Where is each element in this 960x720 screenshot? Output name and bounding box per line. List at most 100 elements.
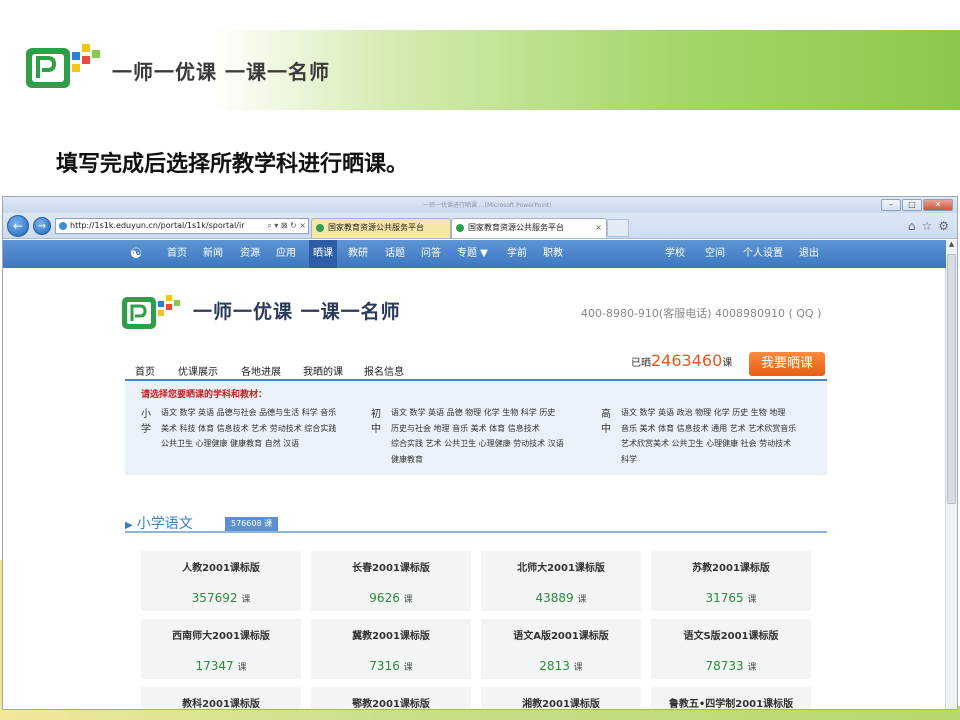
- textbook-name: 人教2001课标版: [182, 563, 260, 574]
- textbook-count: 43889 课: [535, 591, 587, 605]
- textbook-card[interactable]: 湘教2001课标版: [481, 687, 641, 710]
- textbook-card[interactable]: 语文A版2001课标版 2813 课: [481, 619, 641, 679]
- site-contact: 400-8980-910(客服电话) 4008980910 ( QQ ): [581, 307, 822, 320]
- textbook-card[interactable]: 鲁教五•四学制2001课标版: [651, 687, 811, 710]
- textbook-name: 长春2001课标版: [352, 563, 430, 574]
- level-subjects-senior[interactable]: 语文 数学 英语 政治 物理 化学 历史 生物 地理 音乐 美术 体育 信息技术…: [621, 405, 796, 467]
- textbook-card[interactable]: 教科2001课标版: [141, 687, 301, 710]
- sub-nav-registration[interactable]: 报名信息: [364, 363, 404, 378]
- site-nav-logo-icon[interactable]: ☯: [125, 244, 147, 264]
- site-logo-text: 一师一优课 一课一名师: [193, 301, 401, 323]
- window-titlebar: 一师一优课进行晒课 ...(Microsoft PowerPoint) – □ …: [3, 197, 957, 213]
- level-subjects-junior[interactable]: 语文 数学 英语 品德 物理 化学 生物 科学 历史 历史与社会 地理 音乐 美…: [391, 405, 564, 467]
- site-nav-item-topics[interactable]: 话题: [385, 240, 405, 268]
- shown-count-number: 2463460: [651, 351, 723, 370]
- section-divider: [125, 531, 827, 533]
- site-nav-item-showcase[interactable]: 晒课: [309, 240, 337, 268]
- address-tools[interactable]: ⌕ ▾ ⊠ ↻ ×: [265, 219, 306, 233]
- back-button[interactable]: ←: [7, 215, 29, 237]
- vertical-scrollbar[interactable]: ▲: [945, 240, 957, 709]
- textbook-count: 2813 课: [539, 659, 583, 673]
- textbook-card[interactable]: 苏教2001课标版 31765 课: [651, 551, 811, 611]
- address-text: http://1s1k.eduyun.cn/portal/1s1k/sporta…: [70, 221, 245, 230]
- scroll-up-icon[interactable]: ▲: [946, 240, 957, 252]
- section-count-badge: 576608 课: [225, 517, 279, 531]
- textbook-name: 西南师大2001课标版: [172, 631, 270, 642]
- textbook-count: 357692 课: [191, 591, 251, 605]
- sub-nav-home[interactable]: 首页: [135, 363, 155, 378]
- site-nav-item-preschool[interactable]: 学前: [507, 240, 527, 268]
- site-nav-item-apps[interactable]: 应用: [276, 240, 296, 268]
- sub-nav-my-lessons[interactable]: 我晒的课: [303, 363, 343, 378]
- address-bar[interactable]: http://1s1k.eduyun.cn/portal/1s1k/sporta…: [55, 218, 309, 234]
- textbook-card[interactable]: 西南师大2001课标版 17347 课: [141, 619, 301, 679]
- site-nav-item-news[interactable]: 新闻: [203, 240, 223, 268]
- textbook-card[interactable]: 长春2001课标版 9626 课: [311, 551, 471, 611]
- browser-window: 一师一优课进行晒课 ...(Microsoft PowerPoint) – □ …: [2, 196, 958, 710]
- site-nav-item-settings[interactable]: 个人设置: [743, 240, 783, 268]
- scroll-thumb[interactable]: [947, 254, 956, 504]
- site-nav-item-special[interactable]: 专题 ▼: [457, 240, 488, 268]
- browser-tab-2[interactable]: 国家教育资源公共服务平台 ×: [451, 218, 607, 238]
- favorites-star-icon[interactable]: ☆: [921, 219, 932, 233]
- textbook-count: 7316 课: [369, 659, 413, 673]
- textbook-name: 北师大2001课标版: [517, 563, 605, 574]
- textbook-name: 鲁教五•四学制2001课标版: [668, 699, 794, 710]
- browser-tab-1[interactable]: 国家教育资源公共服务平台: [311, 218, 451, 238]
- new-tab-button[interactable]: [607, 219, 629, 237]
- close-window-button[interactable]: ✕: [923, 199, 953, 211]
- site-nav-item-vocational[interactable]: 职教: [543, 240, 563, 268]
- textbook-card[interactable]: 北师大2001课标版 43889 课: [481, 551, 641, 611]
- window-title: 一师一优课进行晒课 ...(Microsoft PowerPoint): [423, 202, 552, 209]
- textbook-card[interactable]: 鄂教2001课标版: [311, 687, 471, 710]
- tab-close-icon[interactable]: ×: [595, 219, 602, 237]
- textbook-name: 语文S版2001课标版: [683, 631, 779, 642]
- site-nav: ☯ 首页 新闻 资源 应用 晒课 教研 话题 问答 专题 ▼ 学前 职教 学校 …: [3, 240, 946, 268]
- browser-toolbar: ← → http://1s1k.eduyun.cn/portal/1s1k/sp…: [3, 213, 957, 239]
- subject-selection-panel: 请选择您要晒课的学科和教材： 小学 语文 数学 英语 品德与社会 品德与生活 科…: [125, 379, 827, 475]
- tab-label: 国家教育资源公共服务平台: [328, 223, 424, 232]
- site-favicon-icon: [59, 222, 67, 230]
- sub-nav-progress[interactable]: 各地进展: [241, 363, 281, 378]
- site-nav-item-home[interactable]: 首页: [167, 240, 187, 268]
- textbook-count: 78733 课: [705, 659, 757, 673]
- home-icon[interactable]: ⌂: [908, 219, 916, 233]
- textbook-name: 湘教2001课标版: [522, 699, 600, 710]
- level-subjects-primary[interactable]: 语文 数学 英语 品德与社会 品德与生活 科学 音乐 美术 科技 体育 信息技术…: [161, 405, 336, 452]
- shown-count: 已晒2463460课: [631, 351, 733, 370]
- site-nav-item-resources[interactable]: 资源: [240, 240, 260, 268]
- site-nav-item-logout[interactable]: 退出: [799, 240, 819, 268]
- textbook-card[interactable]: 人教2001课标版 357692 课: [141, 551, 301, 611]
- tab-favicon-icon: [316, 224, 324, 232]
- textbook-card[interactable]: 语文S版2001课标版 78733 课: [651, 619, 811, 679]
- maximize-button[interactable]: □: [902, 199, 922, 211]
- sub-nav-showcase[interactable]: 优课展示: [178, 363, 218, 378]
- site-nav-item-qa[interactable]: 问答: [421, 240, 441, 268]
- gear-icon[interactable]: ⚙: [938, 219, 949, 233]
- tab-favicon-icon: [456, 224, 464, 232]
- submit-lesson-button[interactable]: 我要晒课: [749, 352, 825, 376]
- level-label-primary: 小学: [141, 409, 151, 435]
- level-label-senior: 高中: [601, 409, 611, 435]
- slide-logo-text: 一师一优课 一课一名师: [112, 60, 330, 84]
- textbook-name: 苏教2001课标版: [692, 563, 770, 574]
- tab-label: 国家教育资源公共服务平台: [468, 223, 564, 232]
- section-title: ▶ 小学语文: [125, 516, 193, 532]
- textbook-count: 17347 课: [195, 659, 247, 673]
- slide-logo-icon: [26, 44, 100, 88]
- site-nav-item-space[interactable]: 空间: [705, 240, 725, 268]
- minimize-button[interactable]: –: [881, 199, 901, 211]
- textbook-name: 教科2001课标版: [182, 699, 260, 710]
- site-nav-item-school[interactable]: 学校: [665, 240, 685, 268]
- textbook-name: 语文A版2001课标版: [513, 631, 609, 642]
- textbook-name: 鄂教2001课标版: [352, 699, 430, 710]
- subject-prompt: 请选择您要晒课的学科和教材：: [141, 390, 268, 400]
- site-nav-item-research[interactable]: 教研: [348, 240, 368, 268]
- textbook-card[interactable]: 冀教2001课标版 7316 课: [311, 619, 471, 679]
- textbook-name: 冀教2001课标版: [352, 631, 430, 642]
- forward-button[interactable]: →: [33, 217, 51, 235]
- textbook-count: 31765 课: [705, 591, 757, 605]
- level-label-junior: 初中: [371, 409, 381, 435]
- slide-heading: 填写完成后选择所教学科进行晒课。: [56, 152, 409, 177]
- site-logo-icon[interactable]: [121, 291, 187, 331]
